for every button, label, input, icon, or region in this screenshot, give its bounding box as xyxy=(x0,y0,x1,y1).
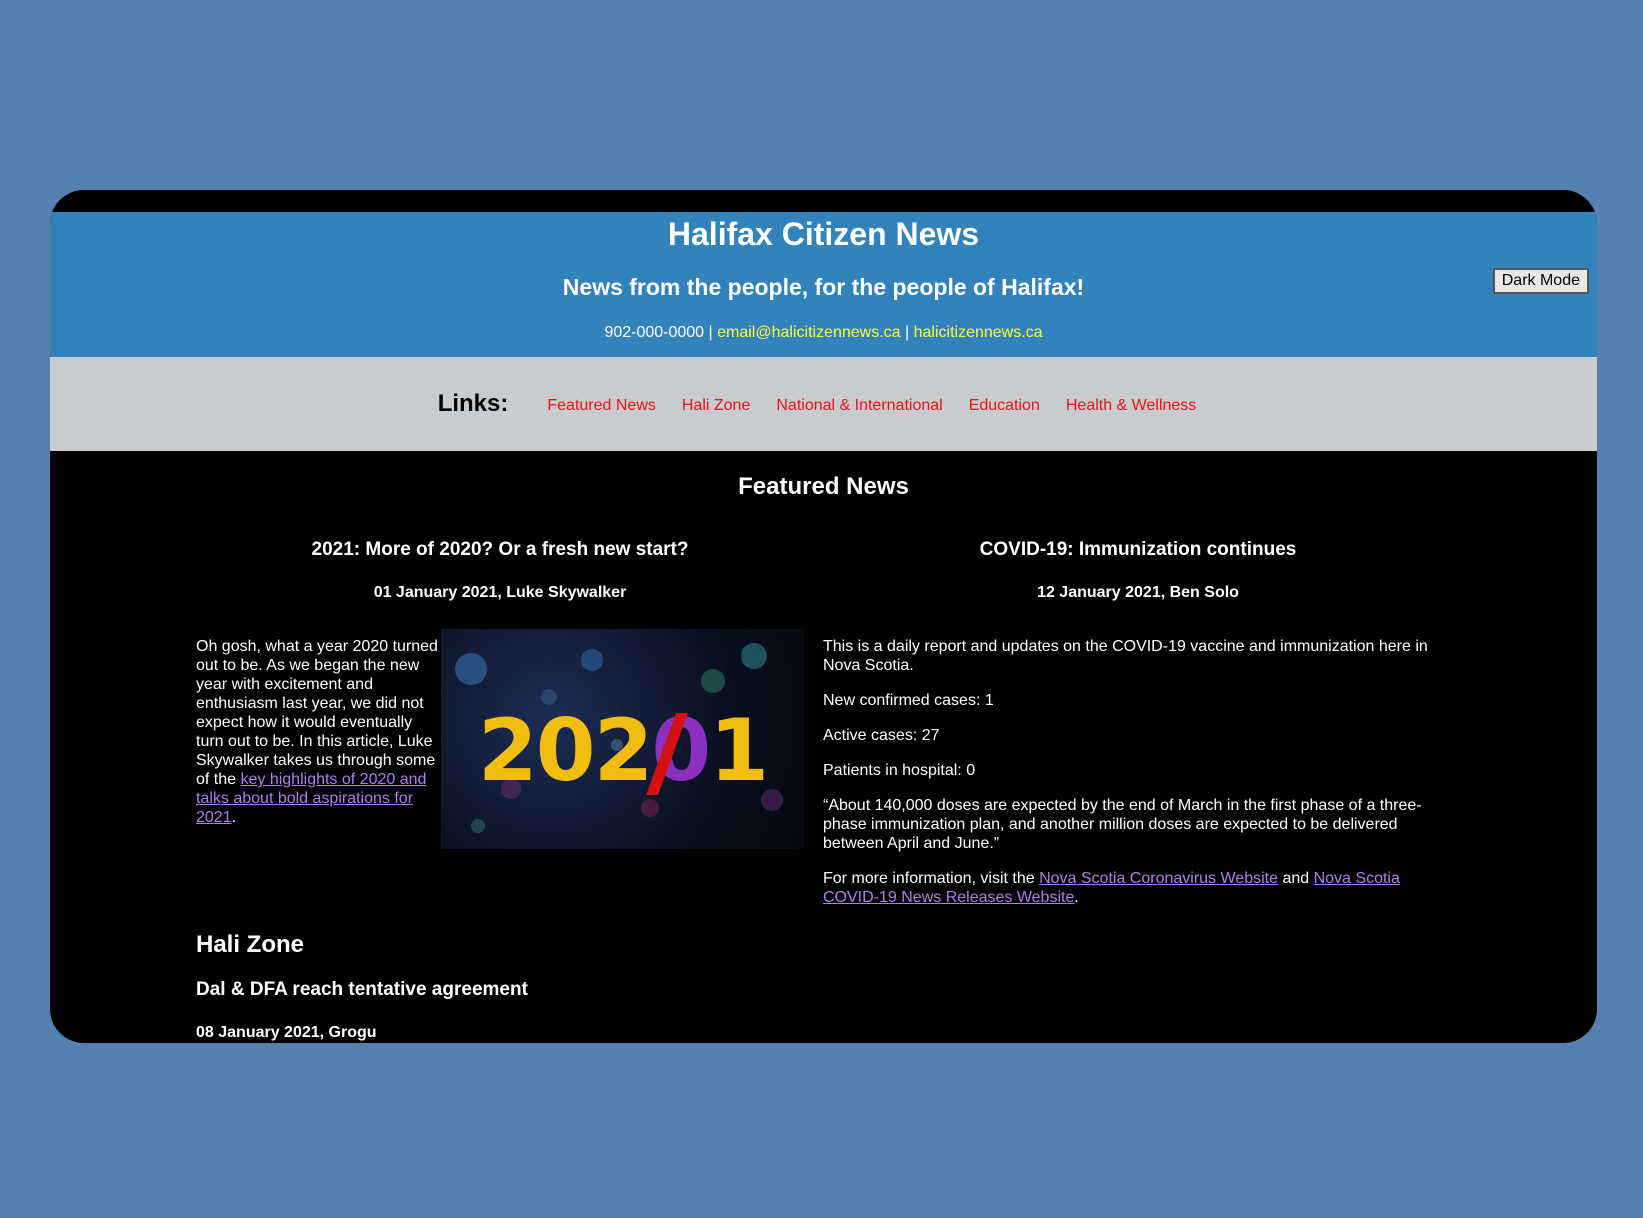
article-body: This is a daily report and updates on th… xyxy=(823,637,1453,923)
contact-line: 902-000-0000 | email@halicitizennews.ca … xyxy=(50,324,1597,342)
nav-bar: Links: Featured News Hali Zone National … xyxy=(50,357,1597,451)
more-info-end: . xyxy=(1074,889,1079,906)
contact-separator: | xyxy=(704,324,718,341)
nav-link-health-wellness[interactable]: Health & Wellness xyxy=(1066,397,1196,415)
dark-mode-button[interactable]: Dark Mode xyxy=(1492,268,1589,294)
hali-zone-section: Hali Zone Dal & DFA reach tentative agre… xyxy=(196,931,528,1042)
hali-article-byline: 08 January 2021, Grogu xyxy=(196,1024,377,1041)
nav-link-national-international[interactable]: National & International xyxy=(776,397,942,415)
nav-label: Links: xyxy=(437,390,509,417)
contact-separator: | xyxy=(900,324,914,341)
window-top-bar xyxy=(50,190,1597,212)
article-body-text: Oh gosh, what a year 2020 turned out to … xyxy=(196,638,438,788)
website-link[interactable]: halicitizennews.ca xyxy=(914,324,1043,341)
site-title: Halifax Citizen News xyxy=(667,216,980,252)
article-body: Oh gosh, what a year 2020 turned out to … xyxy=(196,637,441,827)
hali-article-title: Dal & DFA reach tentative agreement xyxy=(196,979,528,1000)
article-quote: “About 140,000 doses are expected by the… xyxy=(823,797,1422,852)
nav-link-education[interactable]: Education xyxy=(969,397,1040,415)
more-info-and: and xyxy=(1278,870,1314,887)
site-tagline: News from the people, for the people of … xyxy=(562,274,1085,300)
nav-link-hali-zone[interactable]: Hali Zone xyxy=(682,397,750,415)
article-more-info: For more information, visit the Nova Sco… xyxy=(823,869,1453,907)
featured-news-heading: Featured News xyxy=(738,473,909,500)
phone-number: 902-000-0000 xyxy=(604,324,705,341)
hali-zone-heading: Hali Zone xyxy=(196,931,305,958)
article-covid: COVID-19: Immunization continues 12 Janu… xyxy=(823,539,1453,906)
article-image-2021: 20201 xyxy=(441,629,804,849)
article-byline: 01 January 2021, Luke Skywalker xyxy=(373,584,627,601)
browser-window: Halifax Citizen News News from the peopl… xyxy=(50,190,1597,1043)
article-2021: 2021: More of 2020? Or a fresh new start… xyxy=(196,539,804,849)
image-year-new-digit: 1 xyxy=(709,701,769,801)
nav-link-featured-news[interactable]: Featured News xyxy=(547,397,656,415)
stat-active-cases: Active cases: 27 xyxy=(823,727,940,744)
site-header: Halifax Citizen News News from the peopl… xyxy=(50,212,1597,357)
article-paragraph: This is a daily report and updates on th… xyxy=(823,638,1428,674)
image-year-text: 20201 xyxy=(441,701,804,801)
article-title: 2021: More of 2020? Or a fresh new start… xyxy=(311,539,689,560)
article-byline: 12 January 2021, Ben Solo xyxy=(1037,584,1239,601)
article-title: COVID-19: Immunization continues xyxy=(979,539,1297,560)
stat-hospital: Patients in hospital: 0 xyxy=(823,762,976,779)
article-body-end: . xyxy=(231,809,237,826)
more-info-text: For more information, visit the xyxy=(823,870,1040,887)
email-link[interactable]: email@halicitizennews.ca xyxy=(717,324,900,341)
image-year-prefix: 202 xyxy=(477,701,654,801)
stat-new-cases: New confirmed cases: 1 xyxy=(823,692,994,709)
ns-coronavirus-link[interactable]: Nova Scotia Coronavirus Website xyxy=(1039,870,1278,887)
main-content: Featured News 2021: More of 2020? Or a f… xyxy=(50,451,1597,1043)
